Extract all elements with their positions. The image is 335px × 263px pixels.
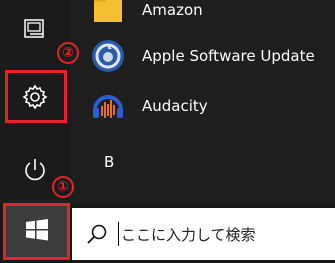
step-2-badge: ② <box>57 42 79 64</box>
section-letter-b[interactable]: B <box>104 153 114 171</box>
windows-logo-icon <box>25 218 49 246</box>
pictures-icon <box>24 19 46 39</box>
taskbar-search-box[interactable]: ここに入力して検索 <box>72 208 335 260</box>
start-button[interactable] <box>3 203 70 260</box>
power-icon <box>22 157 48 183</box>
audacity-icon <box>88 86 128 126</box>
settings-highlight-box <box>5 70 67 123</box>
app-item-amazon[interactable]: Amazon <box>88 0 203 32</box>
amazon-folder-icon <box>88 0 128 30</box>
app-label: Amazon <box>142 1 203 19</box>
search-placeholder: ここに入力して検索 <box>121 225 256 244</box>
app-item-apple-software-update[interactable]: Apple Software Update <box>88 34 315 78</box>
app-label: Audacity <box>142 97 208 115</box>
text-caret <box>118 222 119 246</box>
app-item-audacity[interactable]: Audacity <box>88 84 208 128</box>
search-icon <box>86 222 110 246</box>
apple-software-update-icon <box>88 36 128 76</box>
step-1-badge: ① <box>52 176 74 198</box>
app-label: Apple Software Update <box>142 47 315 65</box>
